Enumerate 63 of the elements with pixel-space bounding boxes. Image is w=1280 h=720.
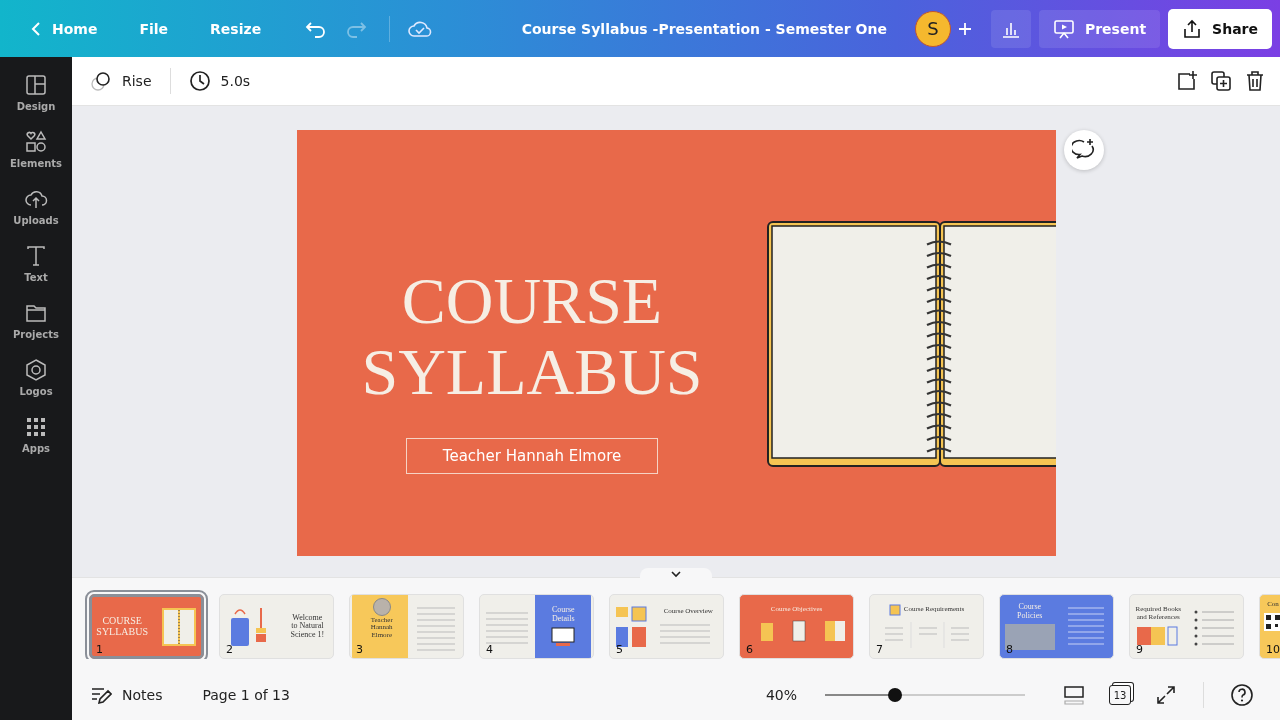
page-count-button[interactable]: 13 (1109, 685, 1131, 705)
teacher-name-box: Teacher Hannah Elmore (405, 437, 659, 474)
sidebar-item[interactable]: Logos (19, 358, 53, 397)
user-avatar[interactable]: S (914, 10, 951, 47)
zoom-slider-thumb[interactable] (888, 688, 902, 702)
share-button[interactable]: Share (1168, 8, 1272, 49)
grid-view-icon[interactable] (1063, 684, 1085, 706)
add-page-icon[interactable] (1176, 70, 1198, 92)
upload-arrow-icon (1182, 18, 1203, 39)
notes-button[interactable]: Notes (86, 681, 167, 709)
page-indicator: Page 1 of 13 (202, 687, 290, 703)
present-button[interactable]: Present (1038, 9, 1161, 48)
page-number: 8 (1006, 643, 1013, 656)
duration-button[interactable]: 5.0s (184, 66, 255, 96)
add-comment-button[interactable] (1064, 130, 1104, 170)
thumbnail-title: Course Policies (1016, 603, 1044, 620)
page-number: 9 (1136, 643, 1143, 656)
thumbnail-title: Course Details (551, 606, 575, 623)
slide-thumbnail[interactable]: Course Policies 8 (999, 594, 1114, 659)
collapse-tab[interactable] (640, 568, 712, 580)
plus-icon (957, 21, 972, 36)
page-number: 2 (226, 643, 233, 656)
slide-thumbnail[interactable]: Course Details 4 (479, 594, 594, 659)
notebook-drawing (160, 606, 197, 647)
apps-icon (24, 415, 48, 439)
page-number: 5 (616, 643, 623, 656)
help-icon[interactable] (1230, 683, 1254, 707)
thumbnail-title: COURSE SYLLABUS (96, 616, 148, 637)
chevron-down-icon (671, 570, 681, 578)
sidebar-item[interactable]: Apps (22, 415, 50, 454)
document-title[interactable]: Course Syllabus -Presentation - Semester One (521, 20, 887, 37)
page-number: 6 (746, 643, 753, 656)
fullscreen-icon[interactable] (1155, 684, 1177, 706)
clock-icon (188, 70, 211, 92)
laptop-icon (550, 626, 577, 647)
animation-circles-icon (90, 70, 112, 92)
sidebar-item[interactable]: Design (16, 73, 56, 112)
page-number: 4 (486, 643, 493, 656)
animation-button[interactable]: Rise (86, 66, 156, 96)
trash-icon[interactable] (1244, 70, 1266, 92)
insights-button[interactable] (990, 9, 1031, 48)
slide-thumbnail[interactable]: Welcome to Natural Science 1! 2 (219, 594, 334, 659)
page-number: 1 (96, 643, 103, 656)
sidebar-item[interactable]: Uploads (13, 187, 59, 226)
comment-plus-icon (1072, 138, 1096, 162)
text-icon (24, 244, 48, 268)
sidebar-item[interactable]: Projects (13, 301, 59, 340)
sidebar-item[interactable]: Text (24, 244, 48, 283)
duplicate-page-icon[interactable] (1210, 70, 1232, 92)
slide-title: COURSE SYLLABUS (361, 265, 703, 408)
design-icon (24, 73, 48, 97)
presentation-screen-icon (1052, 18, 1075, 39)
qr-code-icon (1263, 612, 1280, 633)
sidebar-item[interactable]: Elements (9, 130, 63, 169)
back-chevron-icon (30, 20, 42, 37)
elements-icon (24, 130, 48, 154)
page-number: 7 (876, 643, 883, 656)
page-number: 10 (1266, 643, 1280, 656)
notes-pencil-icon (90, 685, 112, 705)
logos-icon (24, 358, 48, 382)
thumbnail-title: Welcome to Natural Science 1! (290, 613, 325, 640)
zoom-percent: 40% (765, 687, 797, 703)
page-number: 3 (356, 643, 363, 656)
